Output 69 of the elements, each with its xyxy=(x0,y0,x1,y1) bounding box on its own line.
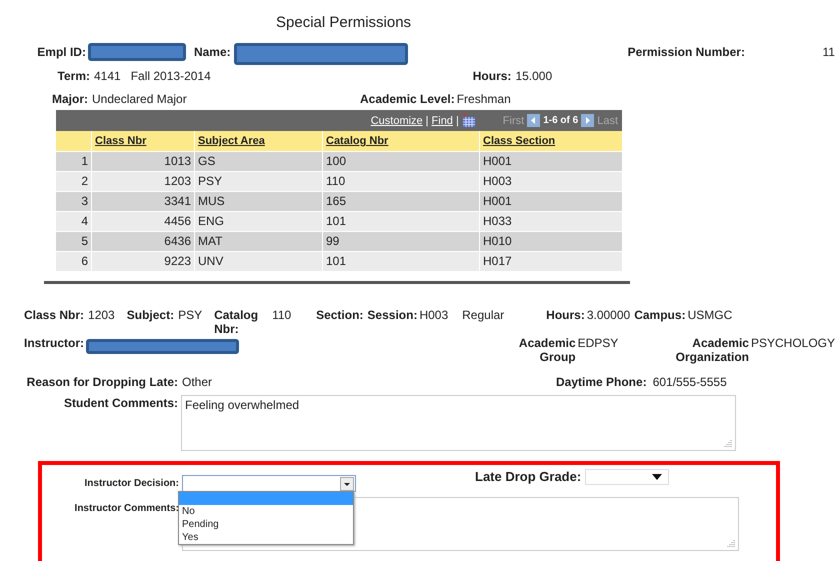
dropdown-option[interactable]: Pending xyxy=(179,518,353,531)
next-icon[interactable] xyxy=(581,114,594,127)
field-label: Late Drop Grade: xyxy=(475,469,582,484)
table-cell: 101 xyxy=(323,252,480,271)
grade-dropdown[interactable] xyxy=(585,469,670,485)
toolbar-link[interactable]: Find xyxy=(432,114,453,126)
field-label: Hours: xyxy=(546,308,585,322)
field-value: Fall 2013-2014 xyxy=(130,69,211,83)
comments-field[interactable]: Feeling overwhelmed xyxy=(181,395,736,451)
dropdown-option[interactable]: Yes xyxy=(179,531,353,544)
field-label: Permission Number: xyxy=(628,45,746,59)
field-label: Empl ID: xyxy=(36,45,86,59)
field-label: Academic Organization xyxy=(674,336,749,364)
toolbar-link[interactable]: Customize xyxy=(370,114,423,126)
table-cell-text: H033 xyxy=(482,213,513,230)
field-label: Subject: xyxy=(126,308,174,322)
grid-icon[interactable] xyxy=(462,114,476,128)
field-value: 110 xyxy=(272,308,292,322)
field-label: Student Comments: xyxy=(63,396,178,410)
separator: | xyxy=(426,114,429,126)
field-label: Term: xyxy=(56,69,90,83)
table-cell: 9223 xyxy=(92,252,195,271)
page-title: Special Permissions xyxy=(275,13,412,33)
separator: | xyxy=(456,114,459,126)
field-value: Undeclared Major xyxy=(92,92,188,106)
table-cell-text: H001 xyxy=(482,153,513,170)
field-label: Class Nbr: xyxy=(24,308,84,322)
field-label: Name: xyxy=(194,45,231,59)
field-label: Campus: xyxy=(634,308,686,322)
field-label: Catalog Nbr: xyxy=(214,308,260,336)
previous-icon[interactable] xyxy=(527,114,540,127)
table-cell-text: H010 xyxy=(482,233,513,250)
field-value: 3.00000 xyxy=(586,308,630,322)
table-cell: UNV xyxy=(195,252,323,271)
field-label: Instructor: xyxy=(24,336,84,350)
field-value: PSY xyxy=(178,308,204,322)
field-value: Feeling overwhelmed xyxy=(185,398,300,412)
field-label: Hours: xyxy=(472,69,512,83)
field-label: Section: xyxy=(316,308,364,322)
field-label: Instructor Comments: xyxy=(74,503,179,514)
column-header[interactable]: Class Section xyxy=(480,131,622,151)
field-value: PSYCHOLOGY xyxy=(750,336,835,350)
field-value: EDPSY xyxy=(578,336,620,350)
field-label: Session: xyxy=(367,308,418,322)
field-label: Reason for Dropping Late: xyxy=(26,375,178,389)
field-value: 15.000 xyxy=(515,69,552,83)
field-label: Academic Level: xyxy=(360,92,455,106)
field-value: Other xyxy=(182,375,214,389)
field-value: 4141 xyxy=(94,69,121,83)
resize-grip-icon xyxy=(727,539,735,547)
field-value: 11 xyxy=(822,45,835,59)
field-value: H003 xyxy=(419,308,448,322)
table-cell-text: H003 xyxy=(482,173,513,190)
row-number: 6 xyxy=(56,252,92,271)
field-label: Academic Group xyxy=(518,336,576,364)
row-range: 1-6 of 6 xyxy=(543,115,578,126)
field-value: Regular xyxy=(462,308,504,322)
field-value: 1203 xyxy=(88,308,115,322)
field-label: Major: xyxy=(51,92,88,106)
dropdown-option[interactable]: No xyxy=(179,505,353,518)
resize-grip-icon xyxy=(724,439,732,447)
field-label: Daytime Phone: xyxy=(556,375,647,389)
field-value: USMGC xyxy=(688,308,732,322)
dropdown-arrow-icon xyxy=(652,474,662,480)
field-value: Freshman xyxy=(456,92,511,106)
field-value: 601/555-5555 xyxy=(652,375,727,389)
field-label: Instructor Decision: xyxy=(84,478,179,489)
table-cell-text: H017 xyxy=(482,253,513,270)
table-cell-text: H001 xyxy=(482,193,513,210)
